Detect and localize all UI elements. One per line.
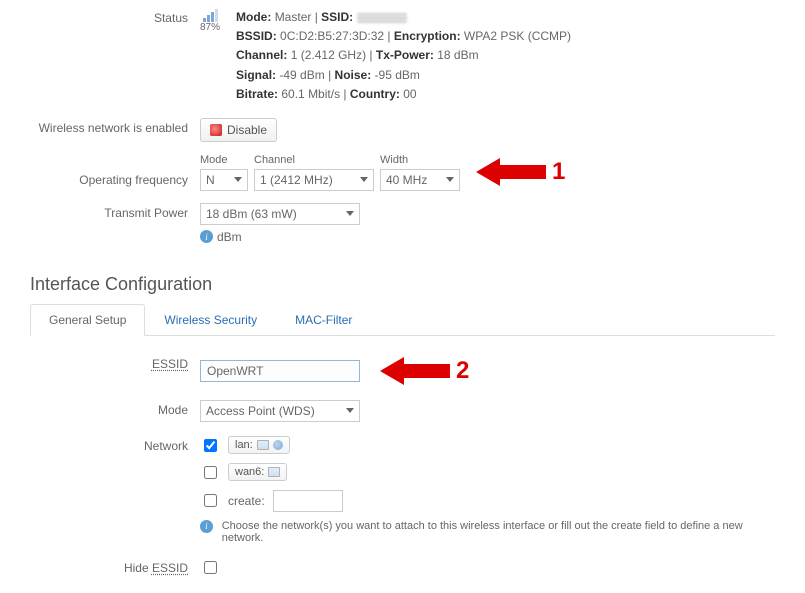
hide-essid-checkbox[interactable] [204, 561, 217, 574]
network-create-input[interactable] [273, 490, 343, 512]
tab-wireless-security[interactable]: Wireless Security [145, 304, 276, 336]
network-label: Network [30, 436, 200, 453]
ssid-redacted [357, 13, 407, 23]
interface-icon [268, 467, 280, 477]
tab-general-setup[interactable]: General Setup [30, 304, 145, 336]
chevron-down-icon [446, 177, 454, 182]
wifi-signal-icon: 87% [200, 8, 220, 33]
freq-channel-select[interactable]: 1 (2412 MHz) [254, 169, 374, 191]
annotation-arrow-1: 1 [476, 154, 565, 191]
interface-icon [257, 440, 269, 450]
interface-config-heading: Interface Configuration [30, 274, 775, 295]
freq-mode-select[interactable]: N [200, 169, 248, 191]
transmit-power-select[interactable]: 18 dBm (63 mW) [200, 203, 360, 225]
network-hint: Choose the network(s) you want to attach… [222, 520, 775, 544]
info-icon: i [200, 520, 213, 533]
essid-label: ESSID [152, 357, 188, 371]
essid-input[interactable] [200, 360, 360, 382]
tx-hint: dBm [217, 230, 242, 244]
network-create-label: create: [228, 494, 265, 508]
chevron-down-icon [360, 177, 368, 182]
chevron-down-icon [346, 408, 354, 413]
annotation-arrow-2: 2 [380, 354, 469, 388]
network-wan6-checkbox[interactable] [204, 466, 217, 479]
freq-mode-label: Mode [200, 154, 248, 166]
freq-width-label: Width [380, 154, 460, 166]
chevron-down-icon [234, 177, 242, 182]
network-create-checkbox[interactable] [204, 494, 217, 507]
operating-frequency-label: Operating frequency [30, 157, 200, 187]
stop-icon [210, 124, 222, 136]
status-details: Mode: Master | SSID: BSSID: 0C:D2:B5:27:… [236, 8, 571, 104]
disable-button[interactable]: Disable [200, 118, 277, 142]
freq-width-select[interactable]: 40 MHz [380, 169, 460, 191]
chevron-down-icon [346, 211, 354, 216]
network-lan-checkbox[interactable] [204, 439, 217, 452]
network-lan-tag: lan: [228, 436, 290, 454]
transmit-power-label: Transmit Power [30, 203, 200, 220]
interface-tabs: General Setup Wireless Security MAC-Filt… [30, 303, 775, 336]
hide-essid-label: Hide ESSID [124, 561, 188, 575]
iface-mode-select[interactable]: Access Point (WDS) [200, 400, 360, 422]
wireless-enabled-label: Wireless network is enabled [30, 118, 200, 135]
network-icon [273, 440, 283, 450]
freq-channel-label: Channel [254, 154, 374, 166]
tab-mac-filter[interactable]: MAC-Filter [276, 304, 371, 336]
iface-mode-label: Mode [30, 400, 200, 417]
network-wan6-tag: wan6: [228, 463, 287, 481]
info-icon: i [200, 230, 213, 243]
status-label: Status [30, 8, 200, 25]
